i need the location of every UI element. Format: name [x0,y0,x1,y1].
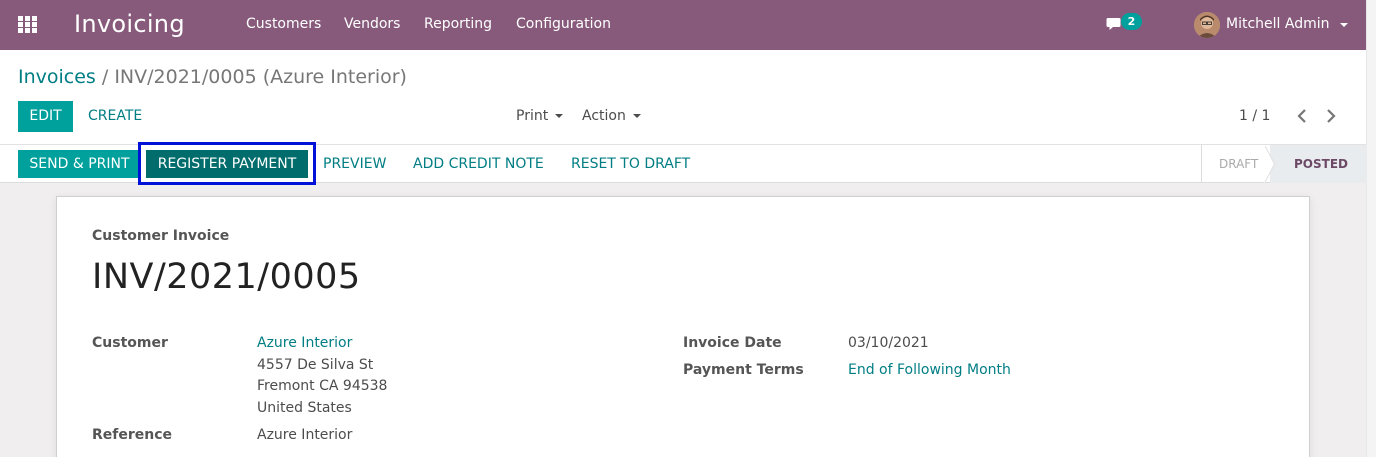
stage-draft: DRAFT [1219,157,1259,171]
print-dropdown[interactable]: Print [516,108,564,124]
edit-button[interactable]: EDIT [18,101,73,132]
breadcrumb: Invoices / INV/2021/0005 (Azure Interior… [18,66,407,88]
invoice-sheet: Customer Invoice INV/2021/0005 Customer … [56,196,1310,457]
breadcrumb-separator: / [101,66,109,88]
scrollbar[interactable] [1366,0,1376,457]
chevron-right-icon[interactable] [1323,106,1339,126]
print-label: Print [516,108,549,124]
create-button[interactable]: CREATE [88,108,142,124]
app-title[interactable]: Invoicing [74,10,185,38]
menu-configuration[interactable]: Configuration [516,16,611,32]
document-type: Customer Invoice [92,228,230,244]
caret-down-icon [632,114,641,118]
message-count-badge: 2 [1121,13,1142,30]
apps-grid-icon[interactable] [18,16,37,34]
control-panel: Invoices / INV/2021/0005 (Azure Interior… [0,50,1366,145]
statusbar: SEND & PRINT REGISTER PAYMENT PREVIEW AD… [0,142,1367,185]
user-name[interactable]: Mitchell Admin [1226,16,1330,32]
customer-label: Customer [92,335,168,351]
invoice-date-value: 03/10/2021 [848,335,929,351]
breadcrumb-current: INV/2021/0005 (Azure Interior) [114,66,407,88]
register-payment-button[interactable]: REGISTER PAYMENT [146,150,308,178]
caret-down-icon [555,114,564,118]
reset-to-draft-button[interactable]: RESET TO DRAFT [571,156,690,172]
breadcrumb-invoices-link[interactable]: Invoices [18,66,96,88]
avatar[interactable] [1194,12,1220,38]
payment-terms-label: Payment Terms [683,362,804,378]
invoice-date-label: Invoice Date [683,335,782,351]
address-line-1: 4557 De Silva St [257,357,374,373]
preview-button[interactable]: PREVIEW [323,156,386,172]
address-line-2: Fremont CA 94538 [257,378,388,394]
menu-reporting[interactable]: Reporting [424,16,492,32]
top-navbar: Invoicing Customers Vendors Reporting Co… [0,0,1366,50]
chevron-left-icon[interactable] [1294,106,1310,126]
menu-vendors[interactable]: Vendors [344,16,400,32]
stage-posted-label: POSTED [1294,157,1348,171]
address-line-3: United States [257,400,352,416]
stage-arrow [1264,145,1274,183]
action-label: Action [582,108,626,124]
stage-indicator: DRAFT POSTED [1201,145,1367,183]
action-dropdown[interactable]: Action [582,108,641,124]
reference-label: Reference [92,427,173,443]
caret-down-icon[interactable] [1340,23,1348,27]
stage-posted: POSTED [1270,145,1367,183]
send-print-button[interactable]: SEND & PRINT [18,150,141,178]
add-credit-note-button[interactable]: ADD CREDIT NOTE [413,156,544,172]
invoice-number: INV/2021/0005 [92,257,361,297]
menu-customers[interactable]: Customers [246,16,321,32]
payment-terms-link[interactable]: End of Following Month [848,362,1011,378]
customer-link[interactable]: Azure Interior [257,335,352,351]
reference-value: Azure Interior [257,427,353,443]
pager-value[interactable]: 1 / 1 [1239,108,1270,124]
